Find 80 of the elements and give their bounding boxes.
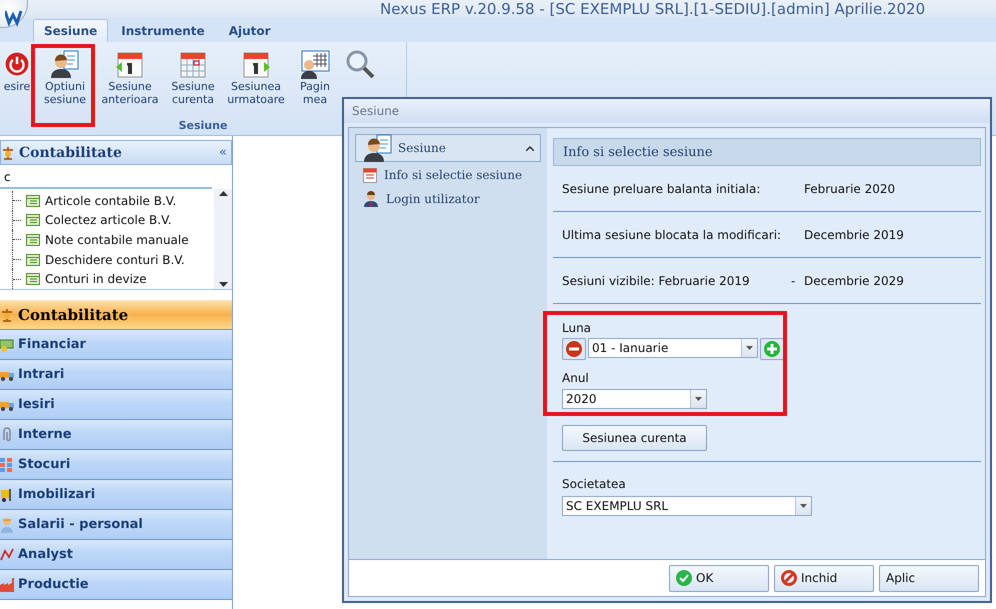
ribbon-button[interactable]: Sesiunea urmatoare bbox=[222, 48, 290, 106]
ribbon-button[interactable]: esire bbox=[0, 48, 34, 93]
prohibited-icon bbox=[781, 570, 797, 586]
money-icon bbox=[0, 336, 14, 352]
minus-icon bbox=[566, 341, 582, 357]
module-button[interactable]: Iesiri bbox=[0, 390, 232, 420]
module-button[interactable]: Productie bbox=[0, 570, 232, 600]
field-label: Anul bbox=[562, 370, 589, 386]
scrollbar[interactable] bbox=[214, 189, 232, 289]
scales-icon bbox=[1, 144, 15, 160]
info-label: Sesiuni vizibile: Februarie 2019 bbox=[562, 274, 751, 288]
current-session-button[interactable]: Sesiunea curenta bbox=[562, 425, 707, 451]
info-value: Decembrie 2019 bbox=[804, 228, 904, 242]
module-button[interactable]: Financiar bbox=[0, 330, 232, 360]
module-button[interactable]: Interne bbox=[0, 420, 232, 450]
scroll-up-icon bbox=[218, 191, 228, 196]
module-button[interactable]: Intrari bbox=[0, 360, 232, 390]
menu-tab[interactable]: Sesiune bbox=[33, 19, 108, 42]
remove-button[interactable] bbox=[562, 338, 586, 360]
field-label: Societatea bbox=[562, 476, 626, 492]
dialog-button[interactable]: Aplic bbox=[879, 564, 979, 592]
dialog-button[interactable]: OK bbox=[669, 564, 769, 592]
table-icon bbox=[26, 254, 40, 266]
plus-icon bbox=[764, 341, 780, 357]
ribbon-button[interactable]: Pagin mea bbox=[290, 48, 340, 106]
range-separator: - bbox=[791, 274, 796, 288]
ribbon-button[interactable]: Sesiune anterioara bbox=[96, 48, 164, 106]
scroll-down-icon bbox=[218, 282, 228, 287]
info-value: Februarie 2020 bbox=[804, 182, 896, 196]
info-value: Decembrie 2029 bbox=[804, 274, 904, 288]
dialog-title: Sesiune bbox=[352, 104, 400, 118]
info-label: Sesiune preluare balanta initiala: bbox=[562, 182, 762, 196]
line-chart-icon bbox=[0, 546, 14, 562]
person-grid-icon bbox=[299, 48, 331, 80]
field-label: Luna bbox=[562, 320, 592, 336]
tree-item[interactable]: Note contabile manuale bbox=[12, 230, 214, 250]
add-button[interactable] bbox=[760, 338, 784, 360]
module-button[interactable]: Stocuri bbox=[0, 450, 232, 480]
table-icon bbox=[26, 214, 40, 226]
forklift-icon bbox=[0, 486, 14, 502]
ribbon-button[interactable]: Optiuni sesiune bbox=[34, 48, 96, 106]
ribbon-group-label: Sesiune bbox=[178, 119, 228, 134]
month-dropdown[interactable]: 01 - Ianuarie bbox=[588, 338, 758, 358]
panel-title: Info si selectie sesiune bbox=[563, 144, 713, 160]
module-button[interactable]: Contabilitate bbox=[0, 300, 232, 330]
table-icon bbox=[26, 273, 40, 286]
scales-icon bbox=[0, 306, 14, 322]
grid-icon bbox=[0, 456, 14, 472]
info-label: Ultima sesiune blocata la modificari: bbox=[562, 228, 782, 242]
search-icon bbox=[344, 48, 376, 80]
module-button[interactable]: Analyst bbox=[0, 540, 232, 570]
dialog-button[interactable]: Inchid bbox=[774, 564, 874, 592]
nav-item[interactable]: Info si selectie sesiune bbox=[355, 164, 541, 186]
chevron-up-icon bbox=[526, 146, 534, 150]
module-button[interactable]: Imobilizari bbox=[0, 480, 232, 510]
module-button[interactable]: Salarii - personal bbox=[0, 510, 232, 540]
company-dropdown[interactable]: SC EXEMPLU SRL bbox=[562, 496, 812, 516]
window-title: Nexus ERP v.20.9.58 - [SC EXEMPLU SRL].[1-SEDIU].[admin] Aprilie.2020 bbox=[380, 0, 926, 18]
tree-item[interactable]: Articole contabile B.V. bbox=[12, 191, 214, 211]
nav-group-header[interactable]: Sesiune bbox=[355, 134, 541, 162]
menu-tab[interactable]: Instrumente bbox=[110, 19, 216, 42]
caret-icon bbox=[695, 397, 702, 401]
caret-icon bbox=[800, 504, 807, 508]
person-document-icon bbox=[49, 48, 81, 80]
checkmark-icon bbox=[676, 570, 692, 586]
tree-item[interactable]: Conturi in devize bbox=[12, 269, 214, 289]
nav-item[interactable]: Login utilizator bbox=[355, 188, 541, 210]
year-dropdown[interactable]: 2020 bbox=[562, 389, 707, 409]
table-icon bbox=[26, 234, 40, 246]
calendar-icon bbox=[363, 167, 377, 183]
caret-icon bbox=[746, 346, 753, 350]
menu-tab[interactable]: Ajutor bbox=[218, 19, 282, 42]
sidebar-title: Contabilitate bbox=[19, 144, 123, 160]
user-icon bbox=[363, 191, 379, 207]
ribbon-button[interactable]: Sesiune curenta bbox=[164, 48, 222, 106]
table-icon bbox=[26, 194, 40, 207]
factory-icon bbox=[0, 576, 14, 592]
worker-icon bbox=[0, 516, 14, 532]
collapse-icon[interactable]: « bbox=[219, 145, 227, 160]
person-document-icon bbox=[362, 132, 394, 164]
